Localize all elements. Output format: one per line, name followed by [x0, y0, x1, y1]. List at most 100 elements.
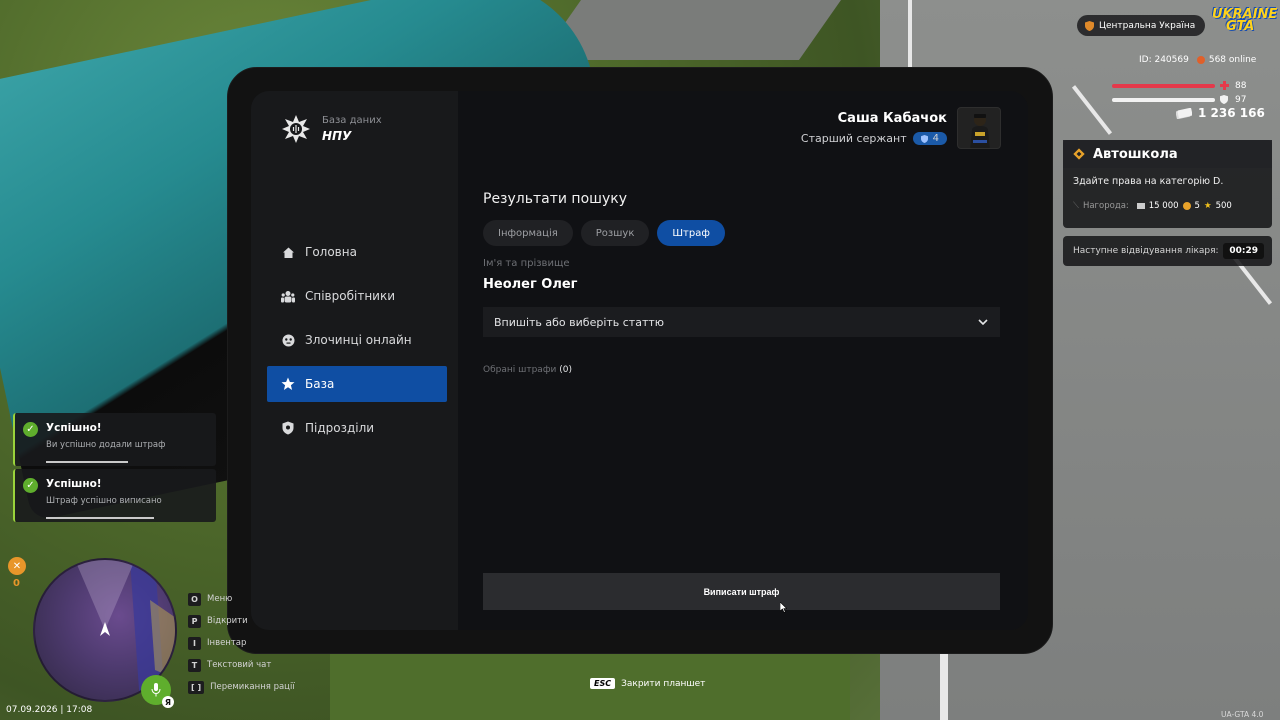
nav-item-criminals-online[interactable]: Злочинці онлайн	[267, 322, 447, 358]
quest-title: Автошкола	[1093, 146, 1178, 162]
nav-item-employees[interactable]: Співробітники	[267, 278, 447, 314]
mouse-cursor-icon	[780, 602, 787, 613]
player-arrow-icon	[100, 622, 110, 636]
voice-key: Я	[162, 696, 174, 708]
nav-label: Злочинці онлайн	[305, 333, 412, 347]
mask-icon	[281, 333, 295, 347]
reward-label: Нагорода:	[1082, 201, 1129, 211]
reward-money: 15 000	[1148, 201, 1179, 211]
name-label: Ім'я та прізвище	[483, 258, 570, 269]
game-logo: UKRAINE GTA	[1212, 8, 1277, 34]
reward-coins: 5	[1194, 201, 1200, 211]
nav-label: Підрозділи	[305, 421, 375, 435]
player-id-line: ID: 240569 568 online	[1139, 55, 1256, 65]
notification-title: Успішно!	[46, 422, 102, 434]
tab-wanted[interactable]: Розшук	[580, 220, 650, 246]
nav-label: База	[305, 377, 335, 391]
health-value: 88	[1235, 81, 1247, 91]
brand-subtitle: База даних	[322, 115, 382, 126]
hotkey-label: Меню	[207, 594, 233, 604]
user-rank: Старший сержант 4	[801, 132, 947, 145]
close-tablet-label: Закрити планшет	[621, 678, 706, 689]
close-tablet-hint[interactable]: ESC Закрити планшет	[590, 678, 705, 689]
microphone-icon	[151, 683, 161, 697]
quest-diamond-icon	[1073, 148, 1085, 160]
hotkey-row: I Інвентар	[188, 632, 295, 654]
online-count: 568 online	[1196, 55, 1257, 65]
hunger-icon: ✕	[8, 557, 26, 575]
money-display: 1 236 166	[1176, 106, 1265, 120]
main-panel	[458, 91, 1028, 630]
hotkeys-list: O Меню P Відкрити I Інвентар T Текстовий чат…	[188, 588, 295, 698]
notification-progress	[46, 517, 154, 519]
user-info: Саша Кабачок Старший сержант 4	[801, 111, 947, 145]
tablet-screen: База даних НПУ Головна Співробітники Зло…	[251, 91, 1028, 630]
notification-success: ✓ Успішно! Штраф успішно виписано	[13, 469, 216, 522]
notification-text: Штраф успішно виписано	[46, 496, 162, 506]
selected-fines-label: Обрані штрафи	[483, 365, 557, 375]
armor-shield-icon	[1220, 95, 1228, 104]
player-id: ID: 240569	[1139, 55, 1189, 65]
star-icon: ★	[1203, 201, 1212, 211]
cash-icon	[1176, 107, 1192, 119]
quest-reward: ⟍ Нагорода: 15 000 5 ★ 500	[1063, 187, 1272, 211]
hotkey-label: Текстовий чат	[207, 660, 272, 670]
health-bar	[1112, 84, 1215, 88]
game-logo-line2: GTA	[1226, 19, 1255, 34]
brand-title: НПУ	[322, 129, 352, 143]
notification-text: Ви успішно додали штраф	[46, 440, 166, 450]
nav-label: Головна	[305, 245, 357, 259]
article-select-text: Впишіть або виберіть статтю	[494, 315, 665, 329]
doctor-timer: Наступне відвідування лікаря: 00:29	[1063, 236, 1272, 266]
person-name: Неолег Олег	[483, 277, 578, 292]
hotkey-label: Перемикання рації	[210, 682, 295, 692]
hotkey: I	[188, 636, 201, 650]
hotkey-row: T Текстовий чат	[188, 654, 295, 676]
region-crest-icon	[1085, 20, 1094, 31]
shield-icon	[281, 421, 295, 435]
avatar	[957, 107, 1001, 149]
page-title: Результати пошуку	[483, 191, 627, 207]
star-icon	[281, 377, 295, 391]
police-badge-icon	[282, 115, 310, 143]
result-tabs: Інформація Розшук Штраф	[483, 220, 725, 246]
notification-progress	[46, 461, 128, 463]
hotkey-row: O Меню	[188, 588, 295, 610]
nav-item-divisions[interactable]: Підрозділи	[267, 410, 447, 446]
people-icon	[281, 289, 295, 303]
hotkey-label: Інвентар	[207, 638, 247, 648]
article-select[interactable]: Впишіть або виберіть статтю	[483, 307, 1000, 337]
notification-title: Успішно!	[46, 478, 102, 490]
badge-shield-icon	[920, 134, 928, 143]
health-cross-icon	[1220, 81, 1229, 90]
hotkey: T	[188, 658, 201, 672]
hotkey-label: Відкрити	[207, 616, 248, 626]
tab-fine[interactable]: Штраф	[657, 220, 725, 246]
rank-badge: 4	[912, 132, 947, 145]
region-name: Центральна Україна	[1099, 20, 1196, 31]
quest-header: Автошкола	[1063, 140, 1272, 168]
region-badge: Центральна Україна	[1077, 15, 1206, 36]
selected-fines-count: (0)	[559, 365, 572, 375]
doctor-label: Наступне відвідування лікаря:	[1073, 246, 1219, 256]
hunger-value: 0	[13, 578, 20, 589]
nav-item-database[interactable]: База	[267, 366, 447, 402]
online-icon	[1196, 56, 1205, 64]
road-marking	[908, 0, 912, 70]
quest-card: Автошкола Здайте права на категорію D. ⟍…	[1063, 140, 1272, 228]
money-amount: 1 236 166	[1198, 106, 1265, 120]
tab-information[interactable]: Інформація	[483, 220, 573, 246]
hotkey: P	[188, 614, 201, 628]
nav-label: Співробітники	[305, 289, 396, 303]
date-time: 07.09.2026 | 17:08	[6, 705, 93, 715]
nav-item-home[interactable]: Головна	[267, 234, 447, 270]
doctor-time: 00:29	[1223, 243, 1264, 259]
online-text: 568 online	[1208, 55, 1257, 65]
reward-stars: 500	[1215, 201, 1232, 211]
issue-fine-button[interactable]: Виписати штраф	[483, 573, 1000, 610]
selected-fines: Обрані штрафи (0)	[483, 365, 572, 375]
sidebar: База даних НПУ Головна Співробітники Зло…	[251, 91, 458, 630]
user-profile: Саша Кабачок Старший сержант 4	[801, 107, 1001, 149]
coin-icon	[1182, 202, 1191, 210]
hotkey-row: P Відкрити	[188, 610, 295, 632]
